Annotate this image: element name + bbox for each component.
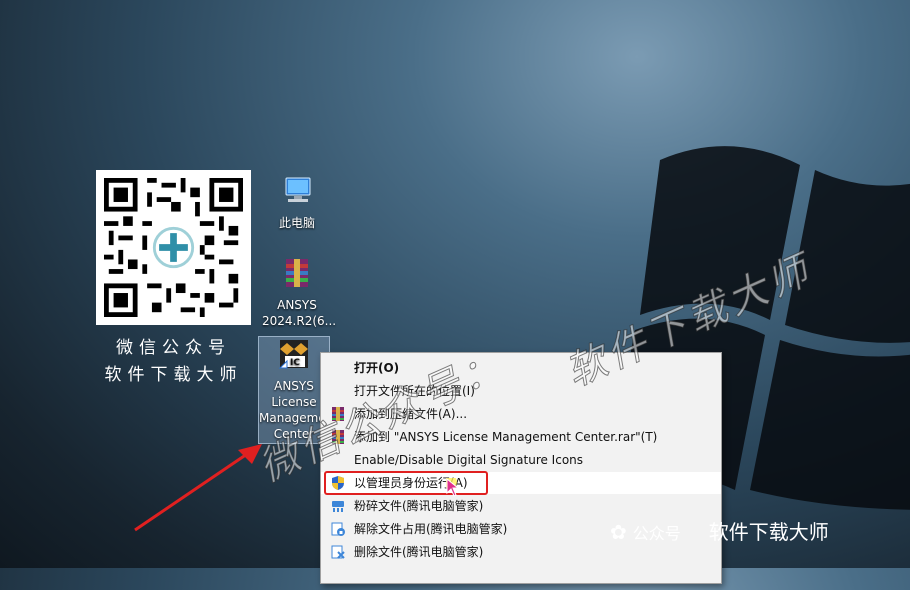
menu-item-digital-signature[interactable]: Enable/Disable Digital Signature Icons [321,449,721,471]
shred-icon [332,501,344,512]
red-arrow-annotation [134,444,262,532]
corner-brand: ✿ 公众号 软件下载大师 [610,516,829,545]
menu-item-shred-file[interactable]: 粉碎文件(腾讯电脑管家) [321,495,721,517]
mouse-cursor-icon [446,478,460,497]
desktop-icon-ansys-archive[interactable]: ANSYS 2024.R2(6... [262,256,337,329]
winrar-archive-icon [286,259,308,287]
qr-code [96,170,251,325]
corner-brand-name: 软件下载大师 [708,520,829,544]
computer-icon [285,177,311,202]
qr-code-image [104,178,243,317]
highlight-box-run-as-admin [324,471,488,495]
unlock-icon [331,522,345,536]
wechat-icon: ✿ [610,520,627,544]
desktop-icon-label: ANSYS 2024.R2(6... [262,298,337,328]
qr-caption-line1: 微信公众号 [116,338,231,358]
delete-icon [331,545,345,559]
qr-caption-line2: 软件下载大师 [104,365,243,385]
desktop-icon-this-pc[interactable]: 此电脑 [262,174,332,231]
corner-brand-prefix: 公众号 [632,524,681,543]
desktop-icon-label: 此电脑 [278,216,315,230]
ansys-lic-icon: IC [278,340,308,369]
svg-text:IC: IC [290,358,300,368]
